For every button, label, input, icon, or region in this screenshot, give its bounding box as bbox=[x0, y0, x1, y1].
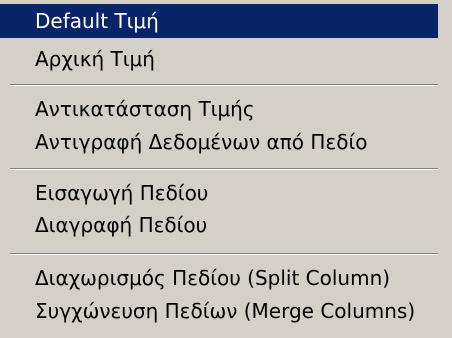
menu-item-initial-value[interactable]: Αρχική Τιμή bbox=[0, 42, 438, 76]
menu-item-replace-value[interactable]: Αντικατάσταση Τιμής bbox=[0, 92, 438, 126]
menu-separator bbox=[10, 84, 438, 86]
menu-separator bbox=[10, 253, 438, 255]
menu-item-split-column[interactable]: Διαχωρισμός Πεδίου (Split Column) bbox=[0, 261, 438, 295]
menu-item-insert-field[interactable]: Εισαγωγή Πεδίου bbox=[0, 176, 438, 210]
context-menu: Default Τιμή Αρχική Τιμή Αντικατάσταση Τ… bbox=[0, 0, 452, 338]
menu-item-merge-columns[interactable]: Συγχώνευση Πεδίων (Merge Columns) bbox=[0, 294, 438, 328]
menu-item-delete-field[interactable]: Διαγραφή Πεδίου bbox=[0, 208, 438, 242]
menu-item-default-value[interactable]: Default Τιμή bbox=[0, 4, 438, 38]
menu-item-copy-data-from-field[interactable]: Αντιγραφή Δεδομένων από Πεδίο bbox=[0, 125, 438, 159]
menu-separator bbox=[10, 168, 438, 170]
